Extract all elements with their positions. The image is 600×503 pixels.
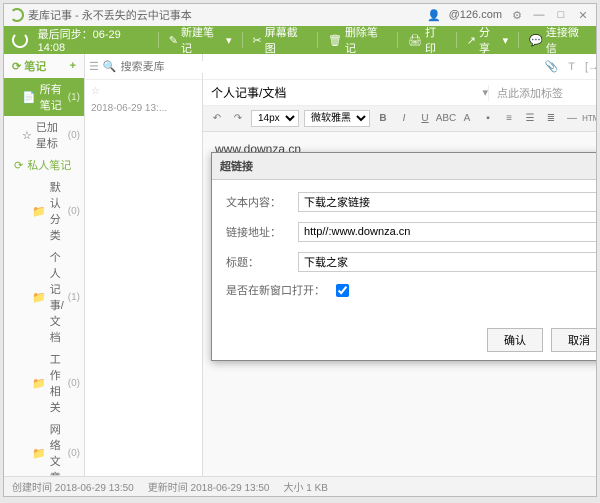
title-bar: 麦库记事 - 永不丢失的云中记事本 👤 @126.com ⚙ — □ ✕ <box>4 4 596 26</box>
screenshot-button[interactable]: ✂ 屏幕截图 <box>253 24 307 56</box>
add-icon[interactable]: + <box>70 60 76 72</box>
editor-pane: 📎 T [→ ⋯ ▾ 点此添加标签 ↶ ↷ 14px 微软雅黑 B I U AB… <box>203 54 596 476</box>
sidebar-item-work[interactable]: 📁 工作相关 (0) <box>4 348 84 418</box>
wechat-button[interactable]: 💬 连接微信 <box>529 24 588 56</box>
newwin-label: 是否在新窗口打开： <box>226 282 336 298</box>
tags-input[interactable]: 点此添加标签 <box>488 85 596 101</box>
app-logo-icon <box>10 8 24 22</box>
sync-icon[interactable] <box>12 32 28 48</box>
file-size: 大小 1 KB <box>283 479 327 494</box>
minimize-icon[interactable]: — <box>532 9 546 21</box>
note-title-input[interactable] <box>203 86 482 100</box>
hyperlink-dialog: 超链接 ✕ 文本内容： 链接地址： 标题： 是否在新窗口打开： 确认 取消 <box>211 152 596 361</box>
sidebar-item-personal-doc[interactable]: 📁 个人记事/文档 (1) <box>4 246 84 348</box>
link-title-input[interactable] <box>298 252 596 272</box>
cancel-button[interactable]: 取消 <box>551 328 596 352</box>
list-ul-icon[interactable]: ☰ <box>522 111 538 127</box>
bold-icon[interactable]: B <box>375 111 391 127</box>
sidebar-item-web[interactable]: 📁 网络文章 (0) <box>4 418 84 476</box>
new-note-button[interactable]: ✎ 新建笔记 ▾ <box>169 24 232 56</box>
undo-icon[interactable]: ↶ <box>209 111 225 127</box>
link-url-input[interactable] <box>298 222 596 242</box>
star-icon[interactable]: ☆ <box>91 86 196 97</box>
personal-notes-header[interactable]: ⟳ 私人笔记 <box>4 154 84 176</box>
underline-icon[interactable]: U <box>417 111 433 127</box>
text-content-input[interactable] <box>298 192 596 212</box>
title-label: 标题： <box>226 254 298 270</box>
user-icon: 👤 <box>427 9 441 22</box>
italic-icon[interactable]: I <box>396 111 412 127</box>
notes-header[interactable]: ⟳ 笔记+ <box>4 54 84 78</box>
search-icon: 🔍 <box>103 60 117 73</box>
created-time: 创建时间 2018-06-29 13:50 <box>12 479 134 494</box>
new-window-checkbox[interactable] <box>336 284 349 297</box>
color-icon[interactable]: A <box>459 111 475 127</box>
user-email[interactable]: @126.com <box>449 9 502 21</box>
html-icon[interactable]: HTML <box>585 111 596 127</box>
font-size-select[interactable]: 14px <box>251 110 299 127</box>
list-view-icon[interactable]: ☰ <box>89 60 99 73</box>
text-label: 文本内容： <box>226 194 298 210</box>
strike-icon[interactable]: ABC <box>438 111 454 127</box>
dialog-title: 超链接 <box>220 158 253 174</box>
close-icon[interactable]: ✕ <box>576 9 590 22</box>
font-family-select[interactable]: 微软雅黑 <box>304 110 370 127</box>
list-ol-icon[interactable]: ≣ <box>543 111 559 127</box>
note-date[interactable]: 2018-06-29 13:... <box>91 103 196 114</box>
sync-status: 最后同步：06-29 14:08 <box>38 26 148 54</box>
hr-icon[interactable]: — <box>564 111 580 127</box>
sidebar: ⟳ 笔记+ 📄 所有笔记 (1) ☆ 已加星标 (0) ⟳ 私人笔记 📁 默认分… <box>4 54 85 476</box>
sidebar-item-starred[interactable]: ☆ 已加星标 (0) <box>4 116 84 154</box>
rich-text-toolbar: ↶ ↷ 14px 微软雅黑 B I U ABC A ▪ ≡ ☰ ≣ — HTML… <box>203 106 596 132</box>
editor-body[interactable]: www.downza.cn 超链接 ✕ 文本内容： 链接地址： 标题： 是否在新… <box>203 132 596 476</box>
status-bar: 创建时间 2018-06-29 13:50 更新时间 2018-06-29 13… <box>4 476 596 496</box>
print-button[interactable]: 🖨 打印 <box>408 24 446 56</box>
note-list: ☰ 🔍 ☆ 2018-06-29 13:... <box>85 54 203 476</box>
export-icon[interactable]: [→ <box>585 61 596 73</box>
url-label: 链接地址： <box>226 224 298 240</box>
updated-time: 更新时间 2018-06-29 13:50 <box>148 479 270 494</box>
align-icon[interactable]: ≡ <box>501 111 517 127</box>
redo-icon[interactable]: ↷ <box>230 111 246 127</box>
settings-icon[interactable]: ⚙ <box>510 9 524 22</box>
text-tool-icon[interactable]: T <box>568 61 575 73</box>
ok-button[interactable]: 确认 <box>487 328 543 352</box>
window-title: 麦库记事 - 永不丢失的云中记事本 <box>28 7 192 23</box>
main-toolbar: 最后同步：06-29 14:08 ✎ 新建笔记 ▾ ✂ 屏幕截图 🗑 删除笔记 … <box>4 26 596 54</box>
sidebar-item-default[interactable]: 📁 默认分类 (0) <box>4 176 84 246</box>
sidebar-item-all-notes[interactable]: 📄 所有笔记 (1) <box>4 78 84 116</box>
attach-icon[interactable]: 📎 <box>545 60 559 73</box>
delete-note-button[interactable]: 🗑 删除笔记 <box>328 24 387 56</box>
share-button[interactable]: ↗ 分享 ▾ <box>467 24 508 56</box>
maximize-icon[interactable]: □ <box>554 9 568 21</box>
bgcolor-icon[interactable]: ▪ <box>480 111 496 127</box>
